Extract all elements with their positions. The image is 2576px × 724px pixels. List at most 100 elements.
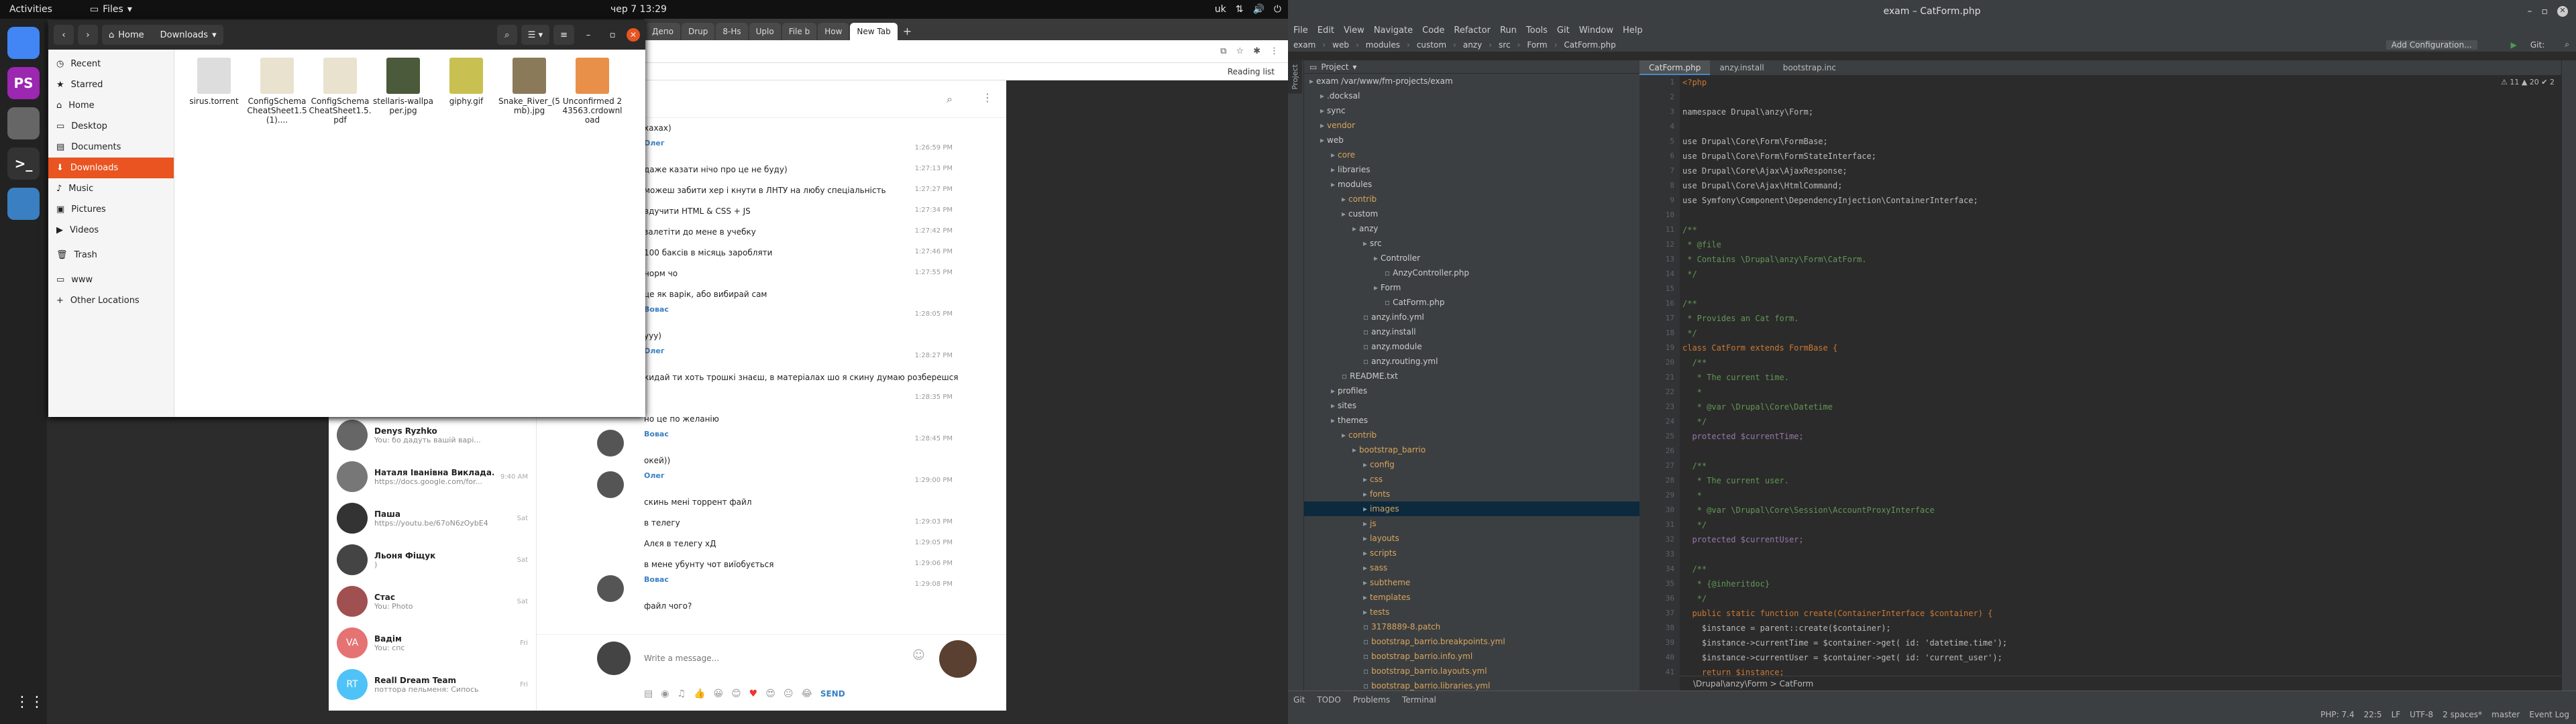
breadcrumb-item[interactable]: web bbox=[1332, 40, 1349, 50]
files-icon[interactable] bbox=[7, 107, 40, 139]
sidebar-item-www[interactable]: ▭ www bbox=[48, 269, 174, 290]
network-icon[interactable]: ⇅ bbox=[1236, 4, 1244, 15]
browser-tab[interactable]: Депо bbox=[645, 23, 680, 40]
browser-tab[interactable]: Drup bbox=[681, 23, 715, 40]
minimize-button[interactable]: – bbox=[578, 30, 598, 40]
file-item[interactable]: sirus.torrent bbox=[182, 58, 246, 125]
file-item[interactable]: Unconfirmed 243563.crdownload bbox=[561, 58, 624, 125]
project-panel-title[interactable]: Project bbox=[1321, 62, 1348, 72]
breadcrumb-item[interactable]: src bbox=[1499, 40, 1511, 50]
emoji-icon[interactable]: ☺ bbox=[912, 648, 925, 662]
search-icon[interactable]: ⌕ bbox=[2565, 40, 2569, 50]
message-sender[interactable]: Вовас bbox=[644, 305, 669, 314]
emoji-icon[interactable]: 😐 bbox=[784, 688, 794, 699]
send-button[interactable]: SEND bbox=[820, 689, 845, 699]
puzzle-icon[interactable]: ✱ bbox=[1253, 46, 1260, 56]
browser-tab[interactable]: File b bbox=[782, 23, 817, 40]
sidebar-item-downloads[interactable]: ⬇ Downloads bbox=[48, 158, 174, 178]
maximize-button[interactable]: ▫ bbox=[2542, 6, 2548, 17]
project-tree-item[interactable]: ▸ contrib bbox=[1304, 192, 1640, 206]
menu-refactor[interactable]: Refactor bbox=[1454, 25, 1491, 36]
tool-window-git[interactable]: Git bbox=[1293, 695, 1305, 705]
add-configuration-button[interactable]: Add Configuration... bbox=[2385, 40, 2477, 50]
project-tree-item[interactable]: ▸ css bbox=[1304, 472, 1640, 487]
menu-help[interactable]: Help bbox=[1623, 25, 1643, 36]
sidebar-item-trash[interactable]: 🗑 Trash bbox=[48, 245, 174, 265]
menu-git[interactable]: Git bbox=[1557, 25, 1570, 36]
project-tree-item[interactable]: ▸ src bbox=[1304, 236, 1640, 251]
event-log-button[interactable]: Event Log bbox=[2529, 710, 2569, 719]
project-tree-item[interactable]: ▸ bootstrap_barrio bbox=[1304, 442, 1640, 457]
screenshot-icon[interactable] bbox=[7, 188, 40, 220]
heart-icon[interactable]: ♥ bbox=[749, 688, 758, 699]
inspection-widget[interactable]: ⚠ 11 ▲ 20 ✔ 2 bbox=[2501, 78, 2555, 86]
tool-window-todo[interactable]: TODO bbox=[1317, 695, 1340, 705]
project-tree-item[interactable]: ▸ sites bbox=[1304, 398, 1640, 413]
browser-tab[interactable]: New Tab bbox=[850, 23, 898, 40]
message-input[interactable] bbox=[644, 650, 899, 667]
volume-icon[interactable]: 🔊 bbox=[1252, 4, 1264, 15]
message-sender[interactable]: Вовас bbox=[644, 430, 669, 438]
project-tree-item[interactable]: ▸ profiles bbox=[1304, 383, 1640, 398]
sidebar-item-pictures[interactable]: ▣ Pictures bbox=[48, 199, 174, 220]
project-tree-item[interactable]: ▸ Controller bbox=[1304, 251, 1640, 265]
status-item[interactable]: LF bbox=[2392, 710, 2401, 719]
sidebar-item-videos[interactable]: ▶ Videos bbox=[48, 220, 174, 241]
chat-item[interactable]: Denys Ryzhko You: бо дадуть вашій варі... bbox=[329, 414, 536, 456]
status-item[interactable]: 2 spaces* bbox=[2443, 710, 2482, 719]
project-tree-item[interactable]: ▸ templates bbox=[1304, 590, 1640, 605]
project-tree-item[interactable]: ▫ 3178889-8.patch bbox=[1304, 619, 1640, 634]
project-tree-item[interactable]: ▸ libraries bbox=[1304, 162, 1640, 177]
chat-item[interactable]: VA Вадім You: спс Fri bbox=[329, 622, 536, 664]
project-tree-item[interactable]: ▸ scripts bbox=[1304, 546, 1640, 560]
breadcrumb-item[interactable]: modules bbox=[1366, 40, 1400, 50]
maximize-button[interactable]: ▫ bbox=[602, 30, 623, 40]
search-button[interactable]: ⌕ bbox=[496, 25, 517, 45]
menu-file[interactable]: File bbox=[1293, 25, 1308, 36]
project-tree-item[interactable]: ▸ contrib bbox=[1304, 428, 1640, 442]
editor-tab[interactable]: bootstrap.inc bbox=[1774, 60, 1845, 75]
emoji-icon[interactable]: 😂 bbox=[801, 688, 812, 699]
tool-window-problems[interactable]: Problems bbox=[1353, 695, 1390, 705]
forward-button[interactable]: › bbox=[78, 25, 98, 45]
chevron-down-icon[interactable]: ▾ bbox=[212, 30, 217, 40]
extensions-icon[interactable]: ⧉ bbox=[1220, 46, 1226, 56]
star-icon[interactable]: ☆ bbox=[1236, 46, 1244, 56]
sidebar-item-starred[interactable]: ★ Starred bbox=[48, 74, 174, 95]
project-tree-item[interactable]: ▫ anzy.install bbox=[1304, 324, 1640, 339]
menu-window[interactable]: Window bbox=[1579, 25, 1613, 36]
chat-item[interactable]: Наталя Іванівна Виклада... https://docs.g… bbox=[329, 456, 536, 497]
project-tree-item[interactable]: ▫ bootstrap_barrio.breakpoints.yml bbox=[1304, 634, 1640, 649]
emoji-icon[interactable]: 😊 bbox=[731, 688, 741, 699]
file-item[interactable]: ConfigSchemaCheatSheet1.5 (1).... bbox=[246, 58, 309, 125]
message-sender[interactable]: Олег bbox=[644, 347, 665, 355]
phpstorm-icon[interactable]: PS bbox=[7, 67, 40, 99]
project-tree-item[interactable]: ▸ modules bbox=[1304, 177, 1640, 192]
terminal-icon[interactable]: >_ bbox=[7, 147, 40, 180]
message-sender[interactable]: Олег bbox=[644, 139, 665, 147]
project-tree-item[interactable]: ▸ themes bbox=[1304, 413, 1640, 428]
project-tree-item[interactable]: ▫ CatForm.php bbox=[1304, 295, 1640, 310]
sidebar-item-music[interactable]: ♪ Music bbox=[48, 178, 174, 199]
status-item[interactable]: PHP: 7.4 bbox=[2320, 710, 2354, 719]
project-tree-item[interactable]: ▸ tests bbox=[1304, 605, 1640, 619]
breadcrumb-item[interactable]: exam bbox=[1293, 40, 1316, 50]
camera-icon[interactable]: ◉ bbox=[661, 688, 669, 699]
project-tree-item[interactable]: ▫ anzy.info.yml bbox=[1304, 310, 1640, 324]
project-tree-item[interactable]: ▸ core bbox=[1304, 147, 1640, 162]
project-tool-button[interactable]: Project bbox=[1288, 60, 1302, 94]
close-button[interactable]: ✕ bbox=[627, 28, 640, 42]
back-button[interactable]: ‹ bbox=[54, 25, 74, 45]
project-tree-item[interactable]: ▫ README.txt bbox=[1304, 369, 1640, 383]
browser-tab[interactable]: How bbox=[818, 23, 849, 40]
file-item[interactable]: stellaris-wallpaper.jpg bbox=[372, 58, 435, 125]
tool-window-terminal[interactable]: Terminal bbox=[1402, 695, 1436, 705]
sidebar-item-other-locations[interactable]: + Other Locations bbox=[48, 290, 174, 311]
project-tree-item[interactable]: ▸ Form bbox=[1304, 280, 1640, 295]
file-item[interactable]: Snake_River_(5mb).jpg bbox=[498, 58, 561, 125]
chat-item[interactable]: Льоня Фіщук) Sat bbox=[329, 539, 536, 581]
editor-tab[interactable]: anzy.install bbox=[1710, 60, 1773, 75]
menu-code[interactable]: Code bbox=[1422, 25, 1444, 36]
message-sender[interactable]: Олег bbox=[644, 471, 665, 480]
editor-tab[interactable]: CatForm.php bbox=[1640, 60, 1711, 75]
